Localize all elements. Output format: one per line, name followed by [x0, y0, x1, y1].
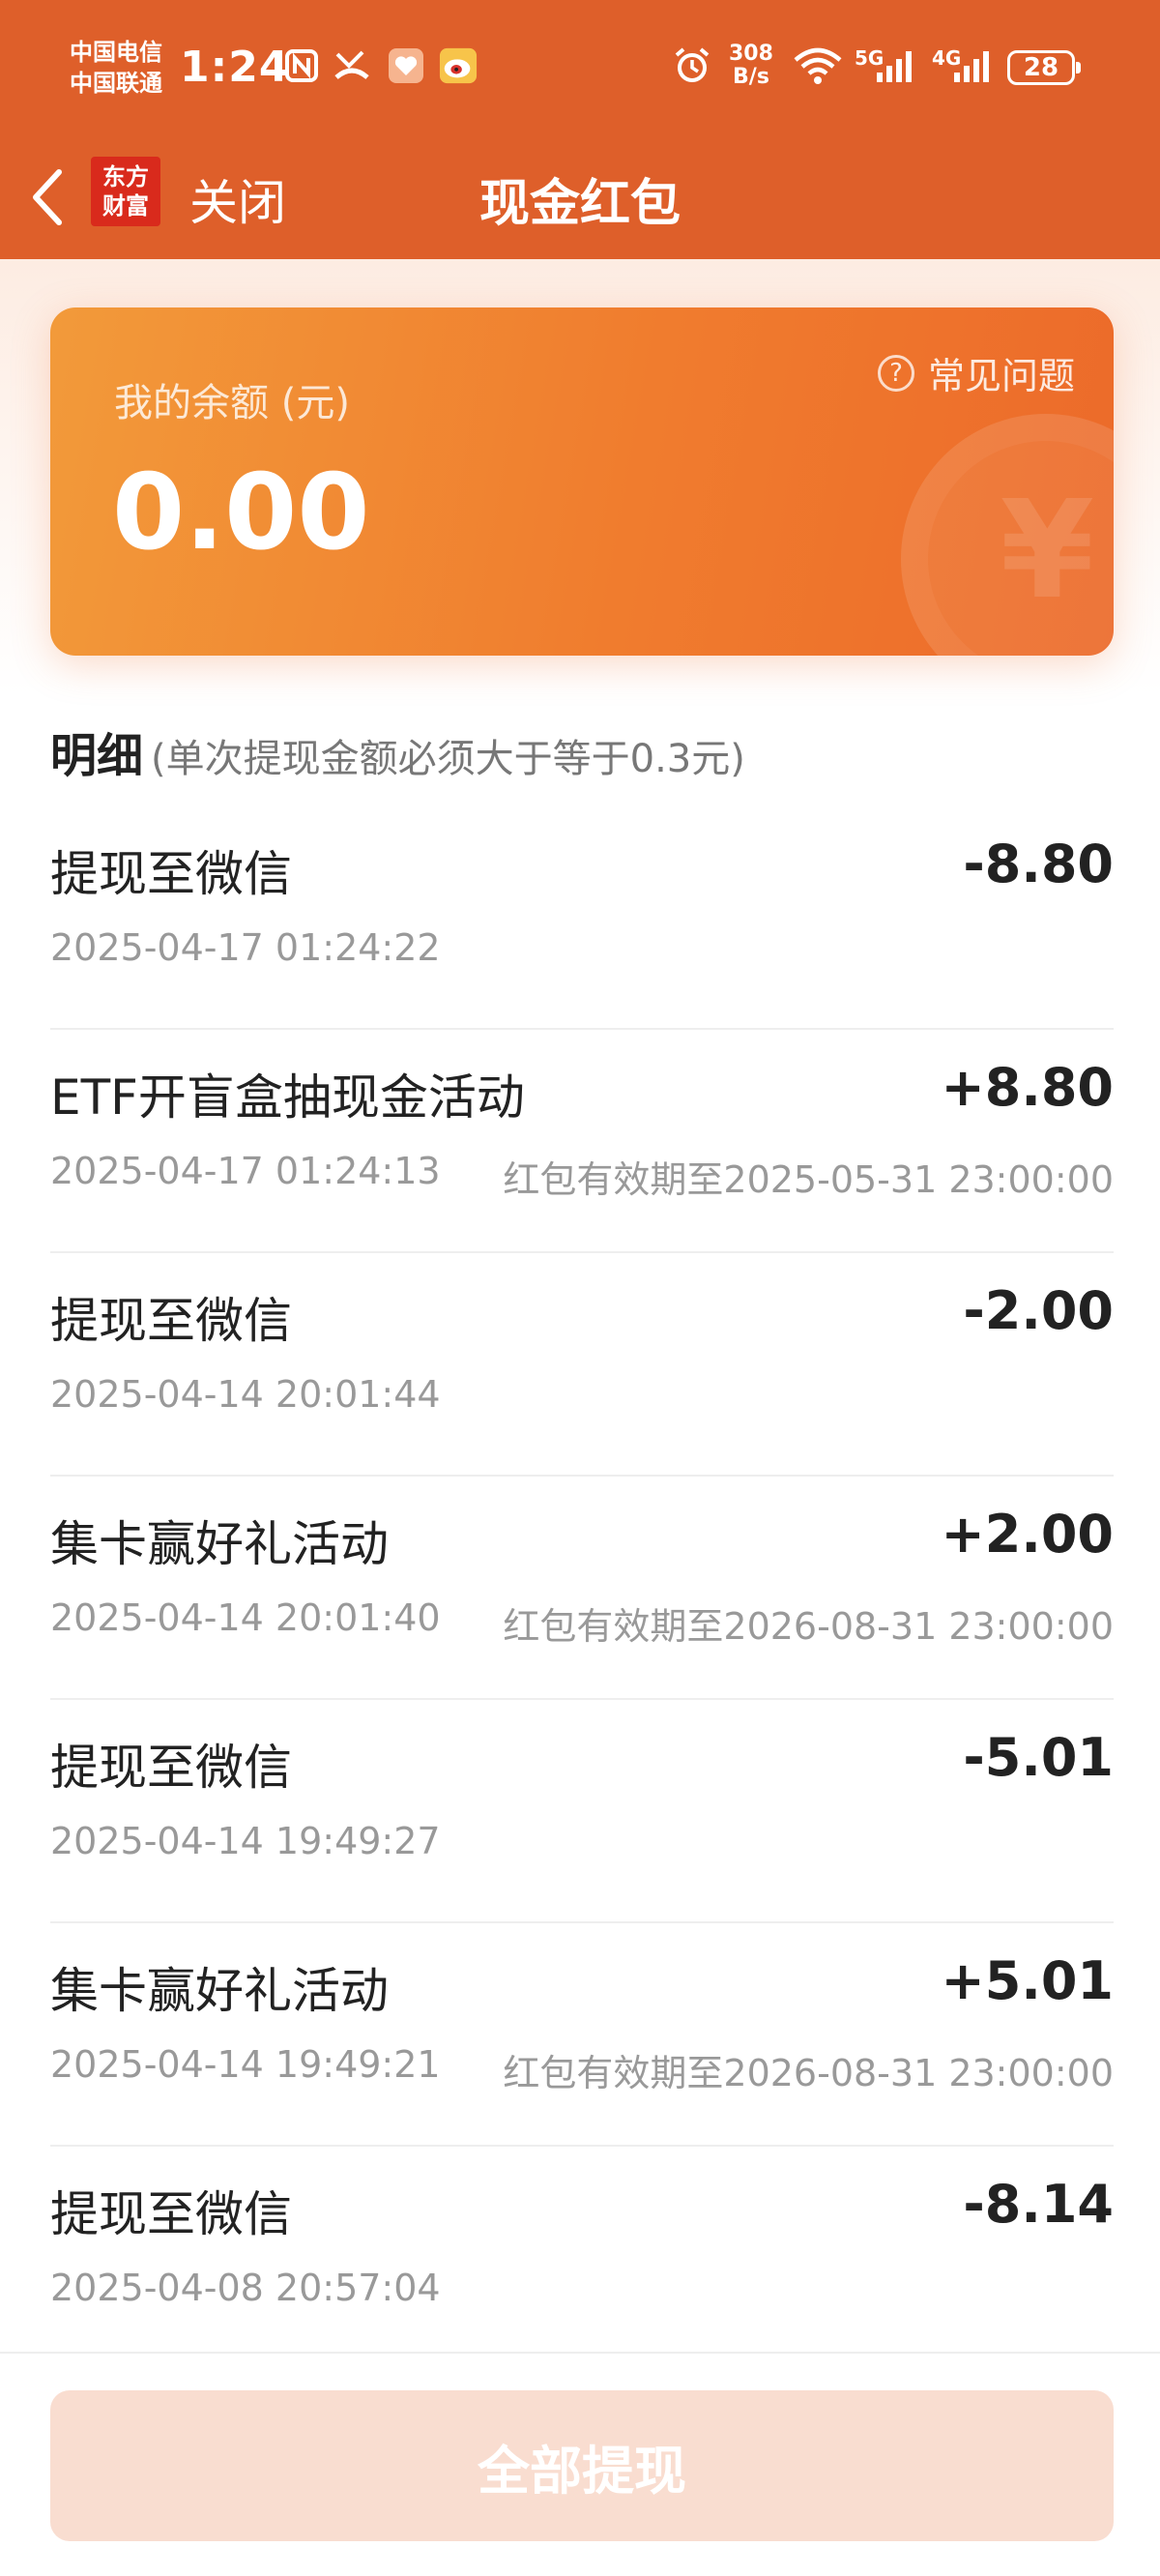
carrier-1: 中国电信 — [70, 39, 162, 66]
transaction-expiry: 红包有效期至2026-08-31 23:00:00 — [503, 1605, 1114, 1648]
detail-note: (单次提现金额必须大于等于0.3元) — [151, 737, 745, 781]
alarm-icon — [673, 46, 711, 85]
detail-title: 明细 — [50, 729, 144, 783]
list-item[interactable]: 集卡赢好礼活动 +5.01 2025-04-14 19:49:21 红包有效期至… — [50, 1923, 1114, 2147]
transaction-time: 2025-04-17 01:24:22 — [50, 926, 441, 969]
transaction-title: 提现至微信 — [50, 846, 292, 902]
wifi-icon — [791, 46, 845, 85]
bottom-bar: 全部提现 — [0, 2352, 1160, 2576]
net-speed-value: 308 — [729, 42, 773, 66]
missed-call-icon — [333, 46, 371, 85]
header-background: 中国电信 中国联通 1:24 308 B/s 5G 4G 28 东方 财富 关闭… — [0, 0, 1160, 259]
app-icon — [387, 46, 425, 85]
detail-header: 明细 (单次提现金额必须大于等于0.3元) — [50, 717, 745, 785]
list-item[interactable]: ETF开盲盒抽现金活动 +8.80 2025-04-17 01:24:13 红包… — [50, 1030, 1114, 1253]
question-icon: ? — [877, 354, 914, 392]
net-speed-unit: B/s — [733, 65, 769, 89]
transaction-amount: -8.14 — [963, 2174, 1114, 2235]
transaction-amount: -8.80 — [963, 834, 1114, 894]
transaction-title: 提现至微信 — [50, 1740, 292, 1796]
balance-card: ¥ 我的余额 (元) 0.00 ? 常见问题 — [50, 307, 1114, 656]
network-speed: 308 B/s — [729, 43, 773, 89]
transaction-amount: +2.00 — [941, 1504, 1114, 1565]
signal-icon-2 — [951, 46, 998, 85]
page-title: 现金红包 — [478, 175, 681, 233]
list-item[interactable]: 提现至微信 -5.01 2025-04-14 19:49:27 — [50, 1700, 1114, 1923]
transaction-title: 集卡赢好礼活动 — [50, 1963, 389, 2019]
list-item[interactable]: 集卡赢好礼活动 +2.00 2025-04-14 20:01:40 红包有效期至… — [50, 1477, 1114, 1700]
faq-link[interactable]: ? 常见问题 — [877, 346, 1075, 399]
list-item[interactable]: 提现至微信 -8.14 2025-04-08 20:57:04 — [50, 2147, 1114, 2370]
transaction-list: 提现至微信 -8.80 2025-04-17 01:24:22 ETF开盲盒抽现… — [50, 806, 1114, 2370]
carrier-names: 中国电信 中国联通 — [70, 37, 162, 99]
transaction-expiry: 红包有效期至2026-08-31 23:00:00 — [503, 2052, 1114, 2094]
withdraw-all-button[interactable]: 全部提现 — [50, 2390, 1114, 2541]
transaction-time: 2025-04-14 19:49:27 — [50, 1820, 441, 1862]
nav-bar: 东方 财富 关闭 现金红包 — [0, 135, 1160, 259]
transaction-title: 集卡赢好礼活动 — [50, 1516, 389, 1572]
transaction-title: 提现至微信 — [50, 1293, 292, 1349]
transaction-time: 2025-04-14 20:01:44 — [50, 1373, 441, 1416]
signal-icon — [874, 46, 920, 85]
transaction-time: 2025-04-14 19:49:21 — [50, 2043, 441, 2086]
transaction-time: 2025-04-14 20:01:40 — [50, 1596, 441, 1639]
balance-amount: 0.00 — [112, 453, 370, 573]
balance-label: 我的余额 (元) — [114, 381, 350, 425]
status-time: 1:24 — [180, 43, 290, 92]
faq-label: 常见问题 — [927, 355, 1075, 397]
transaction-title: ETF开盲盒抽现金活动 — [50, 1069, 525, 1126]
transaction-amount: +8.80 — [941, 1057, 1114, 1118]
transaction-time: 2025-04-08 20:57:04 — [50, 2267, 441, 2309]
status-bar: 中国电信 中国联通 1:24 308 B/s 5G 4G 28 — [0, 0, 1160, 135]
transaction-amount: +5.01 — [941, 1950, 1114, 2011]
battery-indicator: 28 — [1007, 50, 1081, 85]
nfc-icon — [282, 46, 321, 85]
transaction-amount: -5.01 — [963, 1727, 1114, 1788]
transaction-expiry: 红包有效期至2025-05-31 23:00:00 — [503, 1158, 1114, 1201]
transaction-time: 2025-04-17 01:24:13 — [50, 1150, 441, 1192]
transaction-amount: -2.00 — [963, 1280, 1114, 1341]
list-item[interactable]: 提现至微信 -2.00 2025-04-14 20:01:44 — [50, 1253, 1114, 1477]
carrier-2: 中国联通 — [70, 70, 162, 97]
yuan-icon: ¥ — [1000, 472, 1094, 629]
list-item[interactable]: 提现至微信 -8.80 2025-04-17 01:24:22 — [50, 806, 1114, 1030]
weibo-icon — [439, 46, 478, 85]
transaction-title: 提现至微信 — [50, 2186, 292, 2242]
